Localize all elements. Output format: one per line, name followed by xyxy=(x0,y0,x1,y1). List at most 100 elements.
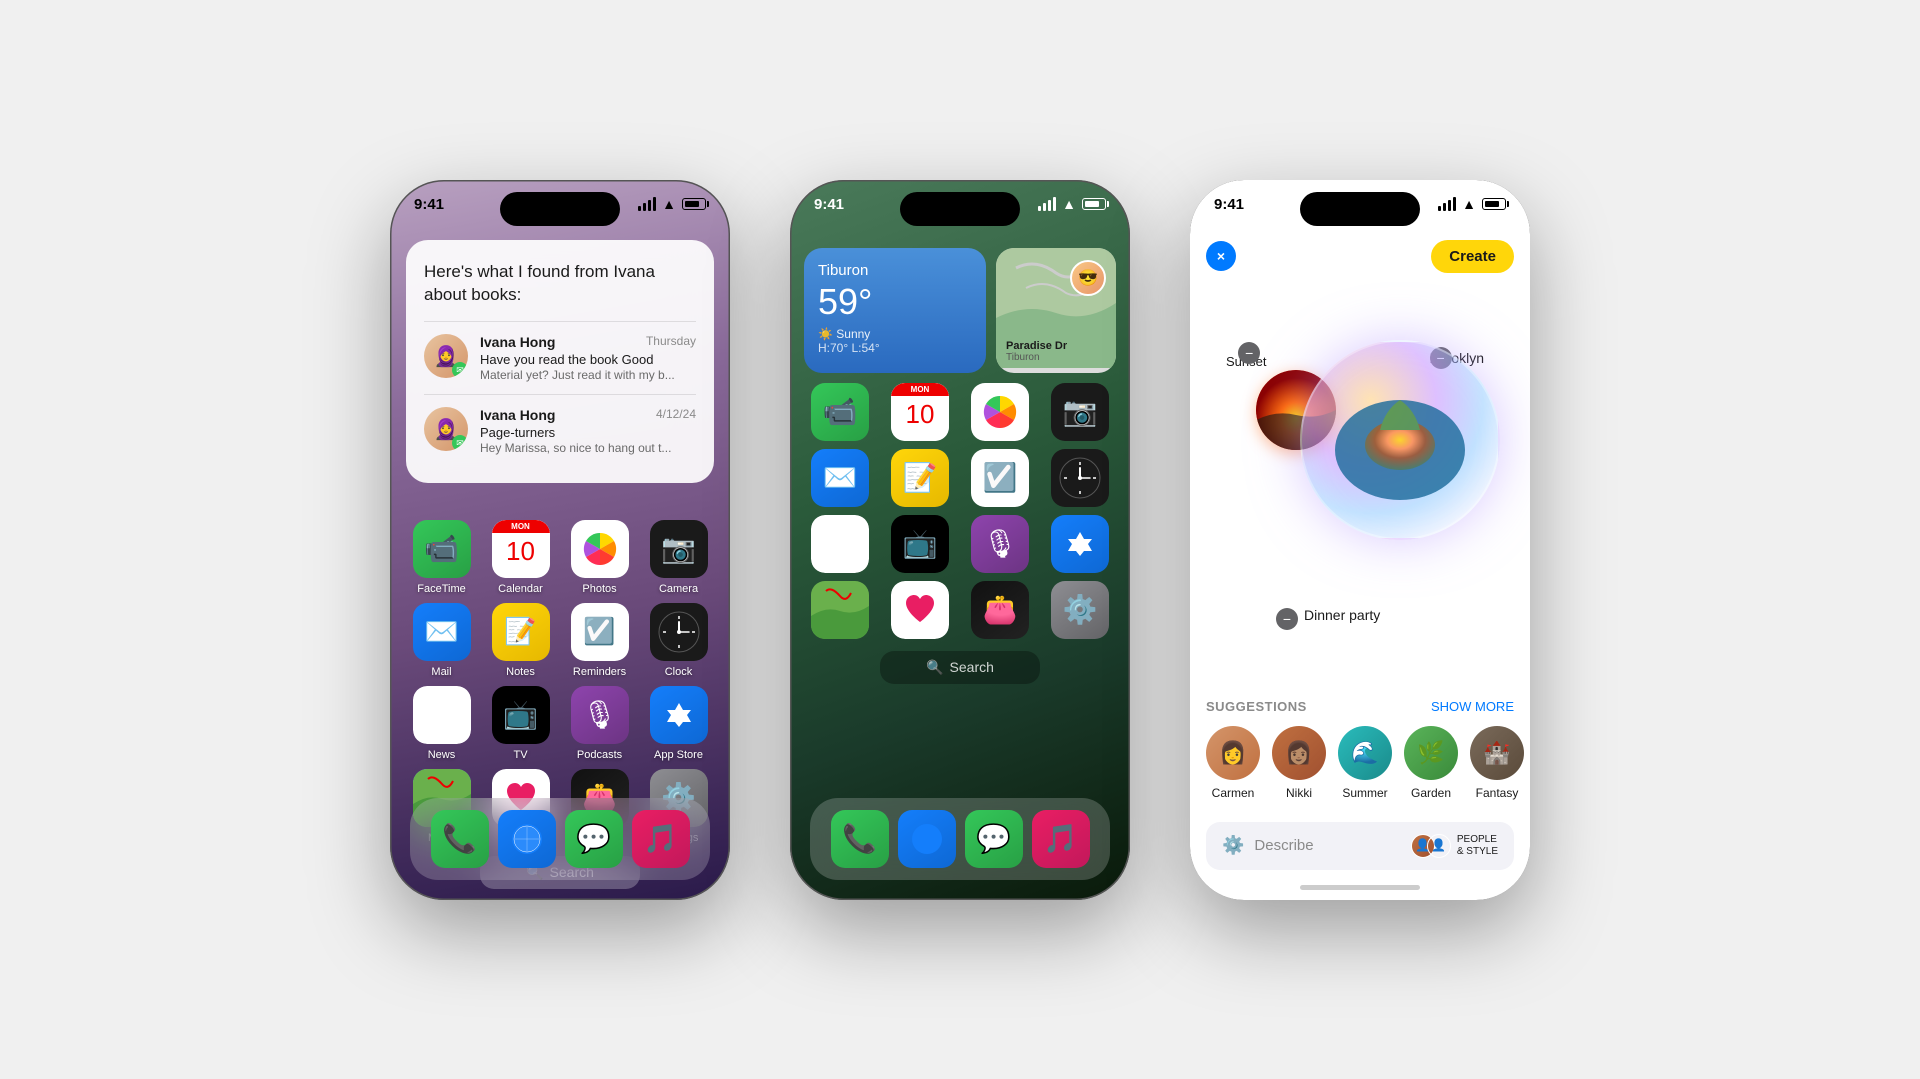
p2-app-notes[interactable]: 📝 xyxy=(884,449,956,507)
podcasts-icon: 🎙 xyxy=(571,686,629,744)
gear-icon: ⚙️ xyxy=(1222,835,1244,856)
suggestion-avatar-summer: 🌊 xyxy=(1338,726,1392,780)
signal-icon-3 xyxy=(1438,197,1456,211)
p2-health-icon xyxy=(891,581,949,639)
p2-app-health[interactable] xyxy=(884,581,956,639)
suggestion-nikki[interactable]: 👩🏽 Nikki xyxy=(1272,726,1326,800)
dock-safari[interactable] xyxy=(498,810,556,868)
suggestion-carmen[interactable]: 👩 Carmen xyxy=(1206,726,1260,800)
p2-app-maps[interactable] xyxy=(804,581,876,639)
close-button[interactable]: × xyxy=(1206,241,1236,271)
describe-bar[interactable]: ⚙️ Describe 👤 👤 PEOPLE& STYLE xyxy=(1206,822,1514,870)
search-label-2: Search xyxy=(950,659,994,675)
time-3: 9:41 xyxy=(1214,196,1244,213)
msg-date-2: 4/12/24 xyxy=(656,407,696,423)
app-tv[interactable]: 📺 TV xyxy=(485,686,556,761)
app-appstore[interactable]: App Store xyxy=(643,686,714,761)
app-notes[interactable]: 📝 Notes xyxy=(485,603,556,678)
wifi-icon-3: ▲ xyxy=(1462,196,1476,212)
p2-app-calendar[interactable]: MON 10 xyxy=(884,383,956,441)
suggestion-label-fantasy: Fantasy xyxy=(1476,786,1519,800)
message-item-2[interactable]: 🧕 ✉ Ivana Hong 4/12/24 Page-turners Hey … xyxy=(424,394,696,467)
maps-destination: Paradise Dr xyxy=(1006,340,1067,352)
notes-icon: 📝 xyxy=(492,603,550,661)
message-item-1[interactable]: 🧕 ✉ Ivana Hong Thursday Have you read th… xyxy=(424,321,696,394)
p2-app-photos[interactable] xyxy=(964,383,1036,441)
p2-app-clock[interactable] xyxy=(1044,449,1116,507)
widget-condition: ☀️ Sunny xyxy=(818,327,972,341)
p2-app-podcasts[interactable]: 🎙 xyxy=(964,515,1036,573)
p2-app-wallet[interactable]: 👛 xyxy=(964,581,1036,639)
msg-preview-1: Material yet? Just read it with my b... xyxy=(480,368,696,382)
p2-app-news[interactable]: 🗞 xyxy=(804,515,876,573)
app-clock[interactable]: Clock xyxy=(643,603,714,678)
message-badge-2: ✉ xyxy=(452,435,468,451)
battery-icon xyxy=(682,198,706,210)
people-style-button[interactable]: 👤 👤 PEOPLE& STYLE xyxy=(1411,834,1498,858)
p2-news-icon: 🗞 xyxy=(811,515,869,573)
p2-maps-icon xyxy=(811,581,869,639)
app-facetime[interactable]: 📹 FaceTime xyxy=(406,520,477,595)
p2-camera-icon: 📷 xyxy=(1051,383,1109,441)
p2-reminders-icon: ☑️ xyxy=(971,449,1029,507)
p2-facetime-icon: 📹 xyxy=(811,383,869,441)
dock-2-messages[interactable]: 💬 xyxy=(965,810,1023,868)
suggestion-label-summer: Summer xyxy=(1342,786,1387,800)
dock-2-music[interactable]: 🎵 xyxy=(1032,810,1090,868)
dock-2-phone[interactable]: 📞 xyxy=(831,810,889,868)
app-camera[interactable]: 📷 Camera xyxy=(643,520,714,595)
app-mail[interactable]: ✉️ Mail xyxy=(406,603,477,678)
p2-app-appstore[interactable] xyxy=(1044,515,1116,573)
describe-input[interactable]: Describe xyxy=(1254,837,1400,854)
p2-app-facetime[interactable]: 📹 xyxy=(804,383,876,441)
p2-app-reminders[interactable]: ☑️ xyxy=(964,449,1036,507)
p2-calendar-icon: MON 10 xyxy=(891,383,949,441)
dock-music[interactable]: 🎵 xyxy=(632,810,690,868)
app-news[interactable]: 🗞 News xyxy=(406,686,477,761)
mail-icon: ✉️ xyxy=(413,603,471,661)
wifi-icon: ▲ xyxy=(662,196,676,212)
signal-icon-2 xyxy=(1038,197,1056,211)
suggestions-header: SUGGESTIONS SHOW MORE xyxy=(1206,699,1514,714)
remove-dinner[interactable]: − xyxy=(1276,608,1298,630)
app-label-camera: Camera xyxy=(659,583,698,595)
show-more-button[interactable]: SHOW MORE xyxy=(1431,699,1514,714)
message-badge-1: ✉ xyxy=(452,362,468,378)
p2-app-camera[interactable]: 📷 xyxy=(1044,383,1116,441)
canvas-area: − Brooklyn − xyxy=(1206,290,1514,650)
signal-icon xyxy=(638,197,656,211)
widget-hi-lo: H:70° L:54° xyxy=(818,341,972,355)
msg-date-1: Thursday xyxy=(646,334,696,350)
suggestion-avatar-garden: 🌿 xyxy=(1404,726,1458,780)
siri-card: Here's what I found from Ivana about boo… xyxy=(406,240,714,484)
create-button[interactable]: Create xyxy=(1431,240,1514,273)
p2-app-appletv[interactable]: 📺 xyxy=(884,515,956,573)
dock-1: 📞 💬 🎵 xyxy=(410,798,710,880)
suggestion-fantasy[interactable]: 🏰 Fantasy xyxy=(1470,726,1524,800)
suggestions-section: SUGGESTIONS SHOW MORE 👩 Carmen 👩🏽 Nikki … xyxy=(1190,699,1530,800)
suggestion-avatar-nikki: 👩🏽 xyxy=(1272,726,1326,780)
suggestions-row: 👩 Carmen 👩🏽 Nikki 🌊 Summer 🌿 Garden xyxy=(1206,726,1514,800)
p2-app-mail[interactable]: ✉️ xyxy=(804,449,876,507)
remove-sunset[interactable]: − xyxy=(1238,342,1260,364)
dock-phone[interactable]: 📞 xyxy=(431,810,489,868)
dock-2-safari[interactable] xyxy=(898,810,956,868)
search-bar-2[interactable]: 🔍 Search xyxy=(880,651,1040,684)
widget-temp: 59° xyxy=(818,281,972,323)
camera-icon: 📷 xyxy=(650,520,708,578)
app-reminders[interactable]: ☑️ Reminders xyxy=(564,603,635,678)
dock-messages[interactable]: 💬 xyxy=(565,810,623,868)
dinner-party-label: Dinner party xyxy=(1304,606,1380,624)
appstore-icon xyxy=(650,686,708,744)
main-sphere xyxy=(1300,340,1500,540)
p2-app-settings[interactable]: ⚙️ xyxy=(1044,581,1116,639)
app-podcasts[interactable]: 🎙 Podcasts xyxy=(564,686,635,761)
maps-location: Tiburon xyxy=(1006,352,1067,363)
app-calendar[interactable]: MON 10 Calendar xyxy=(485,520,556,595)
suggestion-summer[interactable]: 🌊 Summer xyxy=(1338,726,1392,800)
avatar-1: 🧕 ✉ xyxy=(424,334,468,378)
maps-widget[interactable]: 😎 Paradise Dr Tiburon xyxy=(996,248,1116,373)
weather-widget[interactable]: Tiburon 59° ☀️ Sunny H:70° L:54° xyxy=(804,248,986,373)
app-photos[interactable]: Photos xyxy=(564,520,635,595)
suggestion-garden[interactable]: 🌿 Garden xyxy=(1404,726,1458,800)
